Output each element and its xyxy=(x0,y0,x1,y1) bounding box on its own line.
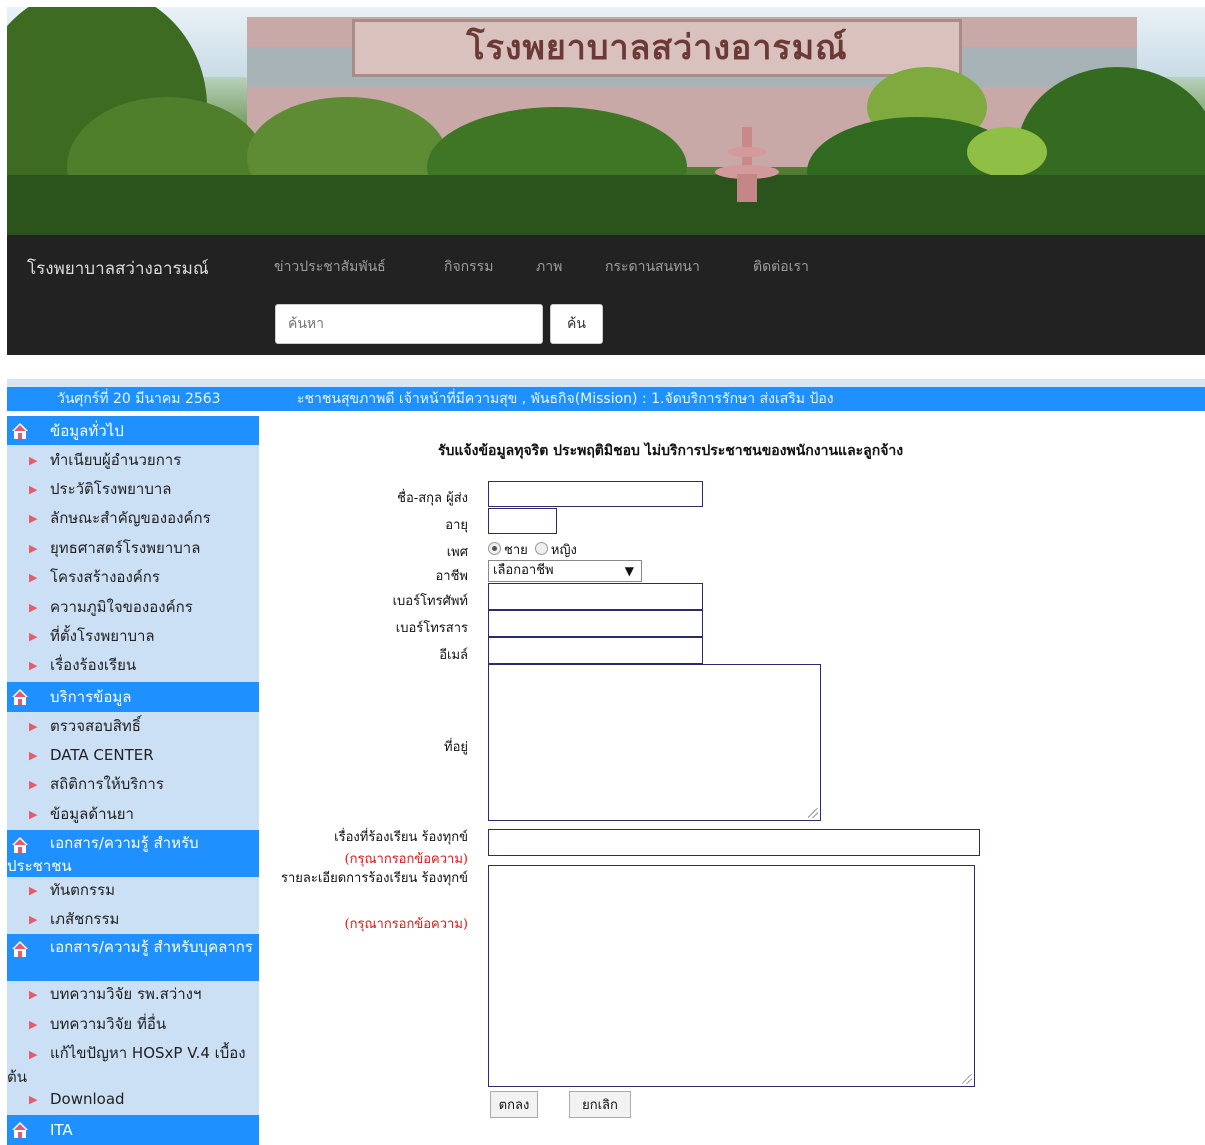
arrow-right-icon: ▶ xyxy=(29,483,38,496)
resize-grip-icon[interactable] xyxy=(962,1074,972,1084)
arrow-right-icon: ▶ xyxy=(29,630,38,643)
arrow-right-icon: ▶ xyxy=(29,913,38,926)
sidebar-section-public-docs[interactable]: เอกสาร/ความรู้ สำหรับประชาชน xyxy=(7,830,259,877)
arrow-right-icon: ▶ xyxy=(29,1018,38,1031)
arrow-right-icon: ▶ xyxy=(29,1093,38,1106)
top-navbar: โรงพยาบาลสว่างอารมณ์ ข่าวประชาสัมพันธ์ ก… xyxy=(7,235,1205,355)
arrow-right-icon: ▶ xyxy=(29,988,38,1001)
arrow-right-icon: ▶ xyxy=(29,884,38,897)
required-note-subject: (กรุณากรอกข้อความ) xyxy=(344,852,468,867)
subject-field[interactable] xyxy=(488,829,980,856)
fountain-image xyxy=(715,127,779,202)
sidebar-section-ita[interactable]: ITA xyxy=(7,1115,259,1145)
gender-male-radio[interactable] xyxy=(488,542,501,555)
label-subject: เรื่องที่ร้องเรียน ร้องทุกข์ xyxy=(334,830,468,845)
sidebar-section-general[interactable]: ข้อมูลทั่วไป xyxy=(7,416,259,445)
home-icon xyxy=(12,689,28,705)
arrow-right-icon: ▶ xyxy=(29,808,38,821)
gender-radio-group: ชาย หญิง xyxy=(488,539,577,560)
phone-field[interactable] xyxy=(488,583,703,610)
current-date: วันศุกร์ที่ 20 มีนาคม 2563 xyxy=(57,391,221,407)
gender-female-radio[interactable] xyxy=(534,542,548,555)
nav-link-activities[interactable]: กิจกรรม xyxy=(444,256,493,278)
arrow-right-icon: ▶ xyxy=(29,454,38,467)
resize-grip-icon[interactable] xyxy=(808,808,818,818)
divider xyxy=(7,379,1205,387)
address-textarea[interactable] xyxy=(488,664,821,821)
sidebar-section-services[interactable]: บริการข้อมูล xyxy=(7,682,259,712)
site-brand-link[interactable]: โรงพยาบาลสว่างอารมณ์ xyxy=(27,255,209,282)
gender-male-label: ชาย xyxy=(504,543,528,558)
search-button[interactable]: ค้น xyxy=(550,304,603,344)
home-icon xyxy=(12,423,28,439)
label-name: ชื่อ-สกุล ผู้ส่ง xyxy=(397,491,468,506)
age-field[interactable] xyxy=(488,508,557,534)
arrow-right-icon: ▶ xyxy=(29,542,38,555)
arrow-right-icon: ▶ xyxy=(29,659,38,672)
email-field[interactable] xyxy=(488,637,703,664)
gender-female-label: หญิง xyxy=(550,543,577,558)
submit-button[interactable]: ตกลง xyxy=(490,1091,538,1118)
arrow-right-icon: ▶ xyxy=(29,512,38,525)
search-input[interactable] xyxy=(275,304,543,344)
required-note-details: (กรุณากรอกข้อความ) xyxy=(344,917,468,932)
arrow-right-icon: ▶ xyxy=(29,571,38,584)
arrow-right-icon: ▶ xyxy=(29,749,38,762)
arrow-right-icon: ▶ xyxy=(29,720,38,733)
fax-field[interactable] xyxy=(488,610,703,637)
label-gender: เพศ xyxy=(446,545,468,560)
nav-link-news[interactable]: ข่าวประชาสัมพันธ์ xyxy=(274,256,386,278)
vision-marquee: ะชาชนสุขภาพดี เจ้าหน้าที่มีความสุข , พัน… xyxy=(297,391,834,407)
sidebar-menu: ข้อมูลทั่วไป ▶ ทำเนียบผู้อำนวยการ ▶ ประวัต… xyxy=(7,416,259,1145)
sidebar-item-hosxp[interactable]: ▶ แก้ไขปัญหา HOSxP V.4 เบื้องต้น xyxy=(7,1038,259,1086)
home-icon xyxy=(12,1122,28,1138)
arrow-right-icon: ▶ xyxy=(29,778,38,791)
form-title: รับแจ้งข้อมูลทุจริต ประพฤติมิชอบ ไม่บริก… xyxy=(438,443,904,459)
cancel-button[interactable]: ยกเลิก xyxy=(569,1091,631,1118)
header-banner-image: โรงพยาบาลสว่างอารมณ์ xyxy=(7,7,1205,235)
label-phone: เบอร์โทรศัพท์ xyxy=(392,594,468,609)
label-address: ที่อยู่ xyxy=(444,740,468,755)
arrow-right-icon: ▶ xyxy=(29,601,38,614)
nav-link-contact[interactable]: ติดต่อเรา xyxy=(753,256,809,278)
details-textarea[interactable] xyxy=(488,865,975,1087)
hospital-sign: โรงพยาบาลสว่างอารมณ์ xyxy=(352,19,962,77)
occupation-select[interactable]: เลือกอาชีพ ▼ xyxy=(488,560,642,582)
label-details: รายละเอียดการร้องเรียน ร้องทุกข์ xyxy=(281,871,468,886)
sidebar-section-staff-docs[interactable]: เอกสาร/ความรู้ สำหรับบุคลากร xyxy=(7,934,259,981)
nav-link-webboard[interactable]: กระดานสนทนา xyxy=(605,256,700,278)
nav-link-gallery[interactable]: ภาพ xyxy=(536,256,562,278)
label-email: อีเมล์ xyxy=(439,648,468,663)
name-field[interactable] xyxy=(488,481,703,507)
label-occupation: อาชีพ xyxy=(435,569,469,584)
label-fax: เบอร์โทรสาร xyxy=(395,621,468,636)
label-age: อายุ xyxy=(445,518,468,533)
info-bar: วันศุกร์ที่ 20 มีนาคม 2563 ะชาชนสุขภาพดี… xyxy=(7,387,1205,411)
chevron-down-icon: ▼ xyxy=(624,564,634,578)
